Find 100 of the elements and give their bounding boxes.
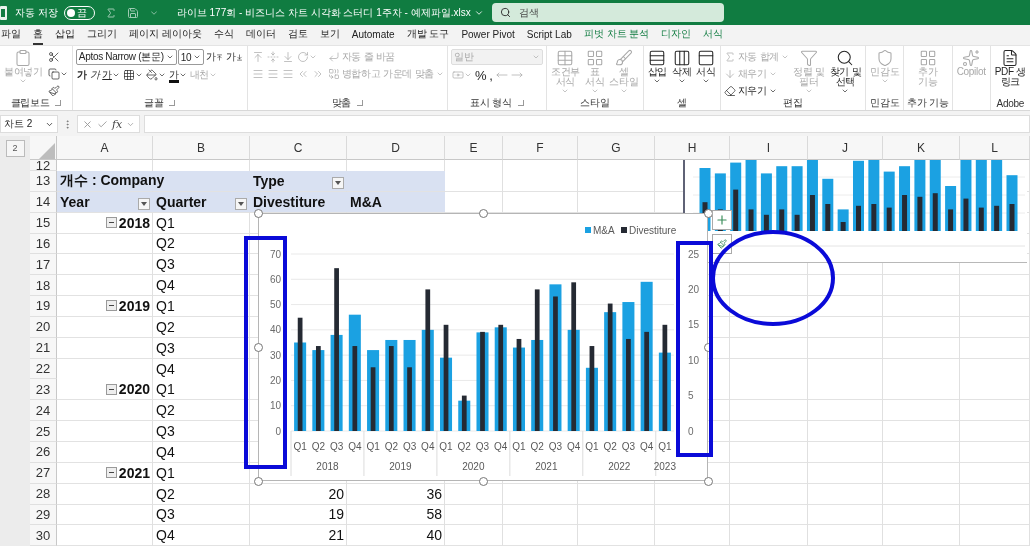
format-button[interactable]: 가	[167, 67, 188, 83]
ribbon-button[interactable]: 서식	[695, 49, 717, 85]
row-header[interactable]: 16	[30, 233, 57, 255]
ribbon-tab[interactable]: 데이터	[245, 25, 276, 45]
column-header[interactable]: D	[347, 136, 445, 160]
axis-label: 40	[269, 324, 281, 336]
table-cell-text: 20	[327, 484, 345, 504]
axis-label: Q3	[402, 441, 417, 452]
search-field[interactable]: 검색	[492, 3, 724, 22]
column-header[interactable]: G	[578, 136, 655, 160]
table-cell-text: Q1	[155, 213, 176, 233]
row-header[interactable]: 22	[30, 358, 57, 380]
row-header[interactable]: 23	[30, 379, 57, 401]
row-header[interactable]: 21	[30, 337, 57, 359]
format-button[interactable]: 가	[205, 49, 224, 65]
row-header[interactable]: 24	[30, 400, 57, 422]
table-cell-text: 58	[425, 505, 443, 525]
window-title[interactable]: 라이브 177회 - 비즈니스 차트 시각화 스터디 1주차 - 예제파일.xlsx	[176, 5, 484, 20]
insert-function-button[interactable]: fx	[112, 117, 123, 131]
row-header[interactable]: 28	[30, 483, 57, 505]
format-button[interactable]: 가	[88, 67, 101, 83]
ribbon-tab[interactable]: 검토	[287, 25, 308, 45]
column-header[interactable]: B	[153, 136, 250, 160]
ribbon-tab[interactable]: 피벗 차트 분석	[583, 25, 650, 45]
ribbon-button[interactable]: 찾기 및 선택	[828, 49, 863, 95]
table-cell-text: Q4	[155, 442, 176, 462]
ribbon-button[interactable]: 삽입	[646, 49, 668, 85]
axis-label: Q4	[639, 441, 654, 452]
column-header[interactable]: J	[808, 136, 883, 160]
axis-label: Q1	[293, 441, 307, 452]
cell-text: Divestiture	[253, 193, 326, 210]
name-box[interactable]: 차트 2	[0, 115, 58, 133]
row-header[interactable]: 18	[30, 275, 57, 297]
ribbon-tab[interactable]: 그리기	[87, 25, 117, 45]
row-header[interactable]: 15	[30, 212, 57, 234]
format-button[interactable]: 가	[101, 67, 121, 83]
ribbon-tab[interactable]: 삽입	[55, 25, 75, 45]
table-cell-text: Q4	[155, 359, 176, 379]
table-cell-text: 40	[425, 526, 443, 546]
ribbon-button[interactable]: PDF 생 링크	[993, 49, 1027, 87]
axis-label: Q2	[603, 441, 617, 452]
column-header[interactable]: F	[503, 136, 578, 160]
ribbon-button[interactable]: 삭제	[670, 49, 693, 85]
axis-label: 10	[269, 400, 281, 412]
format-button[interactable]: 가	[224, 49, 244, 65]
group-label: 셀	[676, 96, 687, 110]
row-header[interactable]: 26	[30, 441, 57, 463]
ribbon-tab[interactable]: 보기	[319, 25, 340, 45]
axis-label: Q2	[457, 441, 471, 452]
column-header[interactable]: I	[730, 136, 808, 160]
group-label: 추가 기능	[907, 96, 949, 110]
pivot-chart[interactable]: 0 10 20 30 40 50 60 70 0 5 10 15 20 25 Q1 Q2 Q3 Q4 Q1 Q2 Q3 Q4 Q1 Q2 Q3 Q4 Q1 Q2 Q3 Q4 Q1 Q2 Q3 Q4 Q1 2018 2019 2020 2021 2022 2023 M&A Divestiture	[258, 213, 708, 481]
row-header[interactable]: 13	[30, 171, 57, 192]
format-button[interactable]: ,	[488, 67, 494, 83]
column-header[interactable]: L	[960, 136, 1030, 160]
ribbon-tab[interactable]: 디자인	[661, 25, 692, 45]
ribbon-tab[interactable]: Script Lab	[526, 26, 572, 44]
ribbon-tab[interactable]: 수식	[213, 25, 234, 45]
table-cell-text: Q4	[155, 276, 176, 296]
row-header[interactable]: 14	[30, 191, 57, 213]
row-header[interactable]: 19	[30, 296, 57, 317]
table-cell-text: Q3	[155, 338, 176, 358]
ribbon-tab[interactable]: 페이지 레이아웃	[129, 25, 202, 45]
table-cell-text: 36	[425, 484, 443, 504]
column-header[interactable]: H	[655, 136, 730, 160]
format-button[interactable]: %	[473, 67, 488, 83]
table-cell-text: Q2	[155, 317, 176, 337]
column-header[interactable]: C	[250, 136, 347, 160]
format-button[interactable]: 가	[75, 67, 88, 83]
dropdown-field[interactable]: Aptos Narrow (본문)	[75, 49, 177, 65]
dropdown-field[interactable]: 10	[177, 49, 205, 65]
row-header[interactable]: 30	[30, 525, 57, 546]
ribbon-tab[interactable]: 파일	[1, 25, 21, 45]
table-cell-text: Q2	[155, 484, 176, 504]
axis-label: 5	[688, 390, 694, 402]
row-header[interactable]: 17	[30, 254, 57, 276]
axis-label: Q4	[494, 441, 508, 452]
axis-label: Q1	[366, 441, 380, 452]
ribbon-tab[interactable]: Power Pivot	[461, 26, 515, 44]
row-header[interactable]: 20	[30, 316, 57, 338]
row-header[interactable]: 25	[30, 421, 57, 442]
cell-text: Quarter	[156, 193, 207, 210]
axis-label: 50	[269, 299, 281, 311]
axis-label: 70	[269, 248, 281, 260]
group-label: 글꼴	[144, 96, 164, 110]
group-label: Adobe	[996, 97, 1024, 109]
table-cell-text: Q1	[155, 463, 176, 483]
row-header[interactable]: 27	[30, 462, 57, 484]
table-cell-text: Q1	[155, 297, 176, 316]
ribbon-tab[interactable]: 개발 도구	[406, 25, 450, 45]
column-header[interactable]: E	[445, 136, 503, 160]
ribbon-tab[interactable]: 서식	[703, 25, 724, 45]
axis-label: Q1	[658, 441, 672, 452]
ribbon-button[interactable]: 지우기	[723, 83, 790, 96]
row-header[interactable]: 29	[30, 504, 57, 526]
column-header[interactable]: K	[883, 136, 960, 160]
axis-label: Q2	[311, 441, 326, 452]
outline-level-button[interactable]: 2	[5, 139, 25, 157]
column-header[interactable]: A	[57, 136, 153, 160]
ribbon-tab[interactable]: Automate	[351, 26, 395, 44]
